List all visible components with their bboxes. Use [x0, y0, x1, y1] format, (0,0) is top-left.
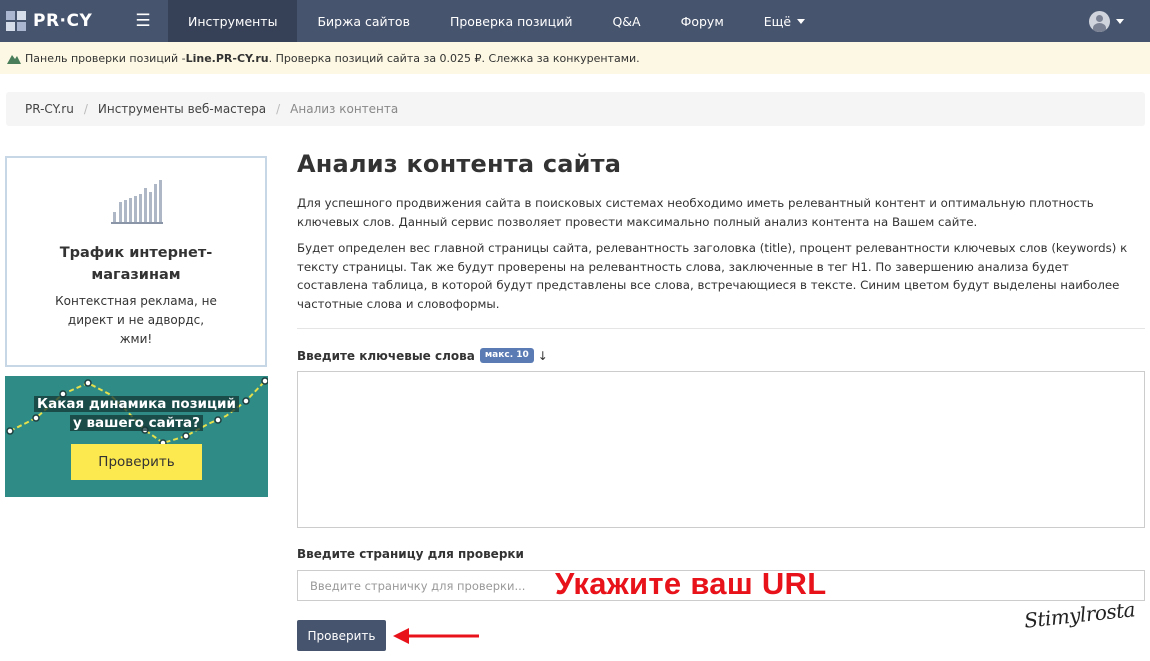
ad-description: Контекстная реклама, не директ и не адво…	[7, 292, 265, 349]
nav-qa[interactable]: Q&A	[592, 0, 660, 42]
nav-position-check-label: Проверка позиций	[449, 13, 573, 29]
notice-suffix: . Проверка позиций сайта за 0.025 ₽. Сле…	[268, 51, 640, 65]
url-label-text: Введите страницу для проверки	[297, 547, 524, 561]
user-menu[interactable]	[1089, 11, 1124, 32]
arrow-left-icon	[393, 628, 479, 644]
breadcrumb-separator: /	[83, 102, 88, 116]
promo-line: у вашего сайта?	[69, 415, 203, 431]
intro-paragraph: Для успешного продвижения сайта в поиско…	[297, 196, 1094, 229]
notice-prefix: Панель проверки позиций -	[25, 51, 186, 65]
keywords-textarea[interactable]	[297, 371, 1145, 528]
keywords-label: Введите ключевые слова макс. 10 ↓	[297, 348, 548, 363]
arrow-down-icon: ↓	[537, 348, 548, 363]
promo-check-button[interactable]: Проверить	[71, 444, 202, 480]
breadcrumb-separator: /	[276, 102, 281, 116]
url-hint-annotation: Укажите ваш URL	[555, 566, 827, 601]
nav-site-exchange-label: Биржа сайтов	[317, 13, 410, 29]
breadcrumb: PR-CY.ru / Инструменты веб-мастера / Ана…	[6, 92, 1145, 126]
ad-title-line: магазинам	[91, 267, 181, 283]
breadcrumb-tools[interactable]: Инструменты веб-мастера	[98, 102, 266, 116]
description-paragraph: Будет определен вес главной страницы сай…	[297, 241, 1128, 311]
nav-position-check[interactable]: Проверка позиций	[430, 0, 593, 42]
breadcrumb-current: Анализ контента	[290, 102, 399, 116]
signature-watermark: Stimylrosta	[1023, 597, 1137, 633]
nav-qa-label: Q&A	[612, 13, 641, 29]
nav-site-exchange[interactable]: Биржа сайтов	[297, 0, 429, 42]
ad-title: Трафик интернет- магазинам	[7, 242, 265, 286]
page-title: Анализ контента сайта	[297, 150, 622, 178]
breadcrumb-home[interactable]: PR-CY.ru	[25, 102, 74, 116]
main-content: Анализ контента сайта Для успешного прод…	[297, 150, 1145, 651]
logo-text: PR·CY	[33, 11, 93, 31]
nav-more[interactable]: Ещё	[744, 0, 825, 42]
nav-forum-label: Форум	[680, 13, 724, 29]
bar-chart-icon	[111, 180, 163, 224]
keywords-label-text: Введите ключевые слова	[297, 348, 475, 363]
ad-desc-line: жми!	[119, 332, 153, 346]
top-navbar: PR·CY ☰ Инструменты Биржа сайтов Проверк…	[0, 0, 1150, 42]
site-logo[interactable]: PR·CY	[0, 0, 118, 42]
ad-desc-line: директ и не адвордс,	[67, 313, 205, 327]
nav-more-label: Ещё	[763, 13, 792, 29]
notice-link[interactable]: Line.PR-CY.ru	[186, 52, 269, 65]
ad-banner-traffic[interactable]: Трафик интернет- магазинам Контекстная р…	[5, 156, 267, 367]
mountain-icon	[7, 55, 21, 64]
nav-forum[interactable]: Форум	[661, 0, 744, 42]
nav-tools-label: Инструменты	[188, 13, 278, 29]
promo-banner-positions[interactable]: Какая динамика позиций у вашего сайта? П…	[5, 376, 268, 497]
divider	[297, 328, 1145, 329]
ad-title-line: Трафик интернет-	[59, 245, 213, 261]
chevron-down-icon	[1116, 19, 1124, 24]
promo-line: Какая динамика позиций	[34, 396, 239, 412]
chevron-down-icon	[797, 18, 806, 24]
menu-icon[interactable]: ☰	[118, 0, 168, 42]
notice-bar: Панель проверки позиций - Line.PR-CY.ru …	[0, 42, 1150, 74]
ad-desc-line: Контекстная реклама, не	[55, 294, 217, 308]
nav-tools[interactable]: Инструменты	[168, 0, 298, 42]
url-label: Введите страницу для проверки	[297, 547, 524, 561]
logo-icon	[6, 11, 26, 31]
max-keywords-badge: макс. 10	[479, 348, 534, 363]
promo-text: Какая динамика позиций у вашего сайта?	[5, 395, 268, 433]
submit-button[interactable]: Проверить	[297, 620, 386, 651]
avatar-icon	[1089, 11, 1110, 32]
